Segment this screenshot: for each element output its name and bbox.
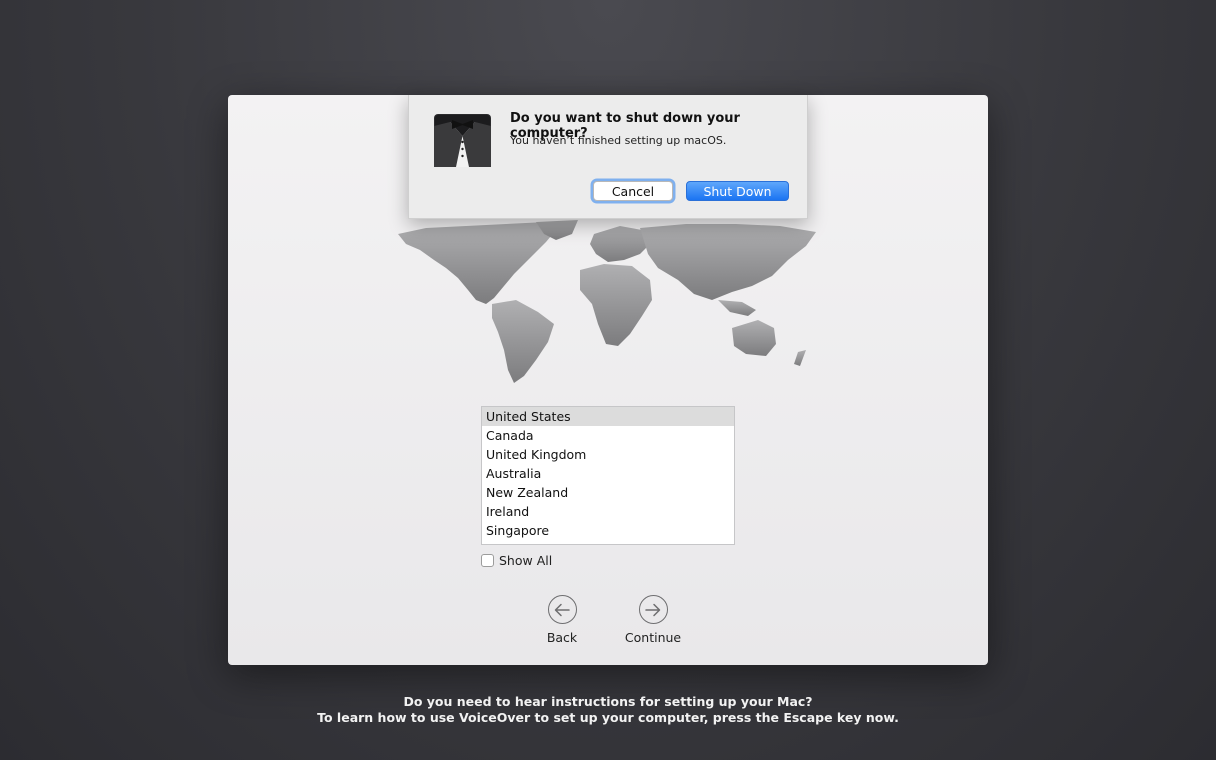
- country-item-united-states[interactable]: United States: [482, 407, 734, 426]
- back-label: Back: [546, 630, 578, 645]
- cancel-button[interactable]: Cancel: [593, 181, 673, 201]
- show-all-label: Show All: [499, 553, 553, 568]
- country-item-canada[interactable]: Canada: [482, 426, 734, 445]
- show-all-option[interactable]: Show All: [481, 553, 552, 568]
- country-list[interactable]: United States Canada United Kingdom Aust…: [481, 406, 735, 545]
- voiceover-hint: Do you need to hear instructions for set…: [0, 694, 1216, 726]
- country-item-new-zealand[interactable]: New Zealand: [482, 483, 734, 502]
- continue-label: Continue: [624, 630, 682, 645]
- world-map: [398, 220, 816, 383]
- continue-button[interactable]: Continue: [613, 595, 693, 645]
- shutdown-alert-dialog: Do you want to shut down your computer? …: [408, 95, 808, 219]
- alert-message: You haven’t finished setting up macOS.: [510, 134, 727, 147]
- country-item-ireland[interactable]: Ireland: [482, 502, 734, 521]
- back-button[interactable]: Back: [522, 595, 602, 645]
- shut-down-button[interactable]: Shut Down: [686, 181, 789, 201]
- back-arrow-icon[interactable]: [547, 595, 577, 624]
- voiceover-hint-line-2: To learn how to use VoiceOver to set up …: [317, 710, 899, 725]
- country-item-united-kingdom[interactable]: United Kingdom: [482, 445, 734, 464]
- voiceover-hint-line-1: Do you need to hear instructions for set…: [403, 694, 813, 709]
- country-item-australia[interactable]: Australia: [482, 464, 734, 483]
- country-item-singapore[interactable]: Singapore: [482, 521, 734, 540]
- continue-arrow-icon[interactable]: [638, 595, 668, 624]
- show-all-checkbox[interactable]: [481, 554, 494, 567]
- tuxedo-butler-icon: [434, 114, 491, 167]
